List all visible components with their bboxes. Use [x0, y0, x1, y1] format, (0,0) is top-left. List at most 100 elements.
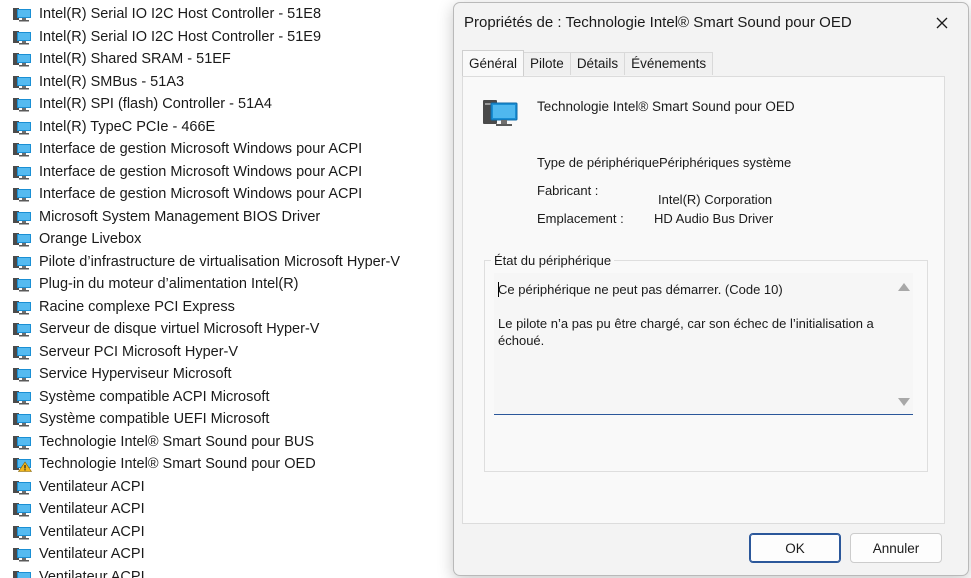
device-icon	[12, 524, 32, 540]
device-icon	[12, 164, 32, 180]
device-list-item[interactable]: Serveur de disque virtuel Microsoft Hype…	[12, 318, 319, 340]
device-list-item-label: Interface de gestion Microsoft Windows p…	[39, 186, 363, 202]
device-list-item-label: Ventilateur ACPI	[39, 568, 145, 578]
device-list-item[interactable]: Système compatible ACPI Microsoft	[12, 386, 269, 408]
device-list-item[interactable]: Ventilateur ACPI	[12, 521, 145, 543]
tab-events[interactable]: Événements	[624, 52, 714, 75]
tab-general[interactable]: Général	[462, 50, 525, 76]
close-icon	[936, 17, 948, 29]
device-list-item-label: Orange Livebox	[39, 231, 142, 247]
device-list-item-label: Technologie Intel® Smart Sound pour OED	[39, 456, 316, 472]
device-list-item-label: Serveur de disque virtuel Microsoft Hype…	[39, 321, 320, 337]
device-icon	[12, 366, 32, 382]
dialog-titlebar[interactable]: Propriétés de : Technologie Intel® Smart…	[454, 3, 968, 43]
device-list-item-label: Interface de gestion Microsoft Windows p…	[39, 141, 363, 157]
device-list-item[interactable]: Intel(R) Shared SRAM - 51EF	[12, 48, 231, 70]
device-list-item-label: Intel(R) SMBus - 51A3	[39, 73, 185, 90]
scroll-up-arrow-icon[interactable]	[898, 283, 910, 291]
device-list-item[interactable]: Interface de gestion Microsoft Windows p…	[12, 183, 362, 205]
device-icon	[12, 434, 32, 450]
device-list-item[interactable]: Intel(R) SMBus - 51A3	[12, 71, 184, 93]
device-list-item-label: Intel(R) Shared SRAM - 51EF	[39, 51, 231, 67]
device-icon	[12, 186, 32, 202]
device-list-item[interactable]: Interface de gestion Microsoft Windows p…	[12, 138, 362, 160]
device-list-item-label: Ventilateur ACPI	[39, 546, 145, 562]
device-list-item-label: Interface de gestion Microsoft Windows p…	[39, 163, 363, 180]
device-icon	[12, 96, 32, 112]
device-list-item-label: Service Hyperviseur Microsoft	[39, 366, 232, 382]
device-icon	[12, 29, 32, 45]
tab-details[interactable]: Détails	[569, 52, 626, 75]
device-list-item[interactable]: Serveur PCI Microsoft Hyper-V	[12, 341, 238, 363]
device-type-label: Type de périphérique	[537, 155, 660, 170]
device-status-textbox[interactable]: Ce périphérique ne peut pas démarrer. (C…	[494, 273, 913, 415]
device-icon	[12, 569, 32, 578]
tab-bar: Général Pilote Détails Événements	[462, 50, 714, 76]
device-icon	[12, 479, 32, 495]
manufacturer-value: Intel(R) Corporation	[658, 192, 773, 207]
device-icon	[12, 344, 32, 360]
device-list-item[interactable]: Ventilateur ACPI	[12, 476, 145, 498]
device-list-item[interactable]: Service Hyperviseur Microsoft	[12, 363, 232, 385]
device-list-item[interactable]: Orange Livebox	[12, 228, 141, 250]
device-status-text: Ce périphérique ne peut pas démarrer. (C…	[498, 282, 874, 348]
device-list-item[interactable]: Interface de gestion Microsoft Windows p…	[12, 161, 362, 183]
device-type-value: Périphériques système	[659, 155, 792, 170]
device-icon	[12, 299, 32, 315]
device-status-legend: État du périphérique	[491, 253, 615, 268]
device-list-item[interactable]: Intel(R) SPI (flash) Controller - 51A4	[12, 93, 272, 115]
device-list-item-label: Intel(R) Serial IO I2C Host Controller -…	[39, 28, 322, 45]
device-list-item[interactable]: Intel(R) TypeC PCIe - 466E	[12, 116, 215, 138]
status-scrollbar[interactable]	[895, 273, 913, 414]
device-list-item[interactable]: Racine complexe PCI Express	[12, 296, 235, 318]
cancel-button[interactable]: Annuler	[850, 533, 942, 563]
device-list-item[interactable]: Ventilateur ACPI	[12, 566, 145, 578]
device-name: Technologie Intel® Smart Sound pour OED	[537, 99, 795, 114]
device-list-item-label: Plug-in du moteur d’alimentation Intel(R…	[39, 276, 299, 292]
device-list-item[interactable]: Pilote d’infrastructure de virtualisatio…	[12, 251, 400, 273]
device-list-item[interactable]: Plug-in du moteur d’alimentation Intel(R…	[12, 273, 299, 295]
device-list-item-label: Intel(R) TypeC PCIe - 466E	[39, 118, 216, 135]
manufacturer-label: Fabricant :	[537, 183, 599, 198]
device-list-item-label: Intel(R) SPI (flash) Controller - 51A4	[39, 96, 272, 112]
device-list-item-label: Serveur PCI Microsoft Hyper-V	[39, 343, 239, 360]
device-icon	[12, 141, 32, 157]
scroll-down-arrow-icon[interactable]	[898, 398, 910, 406]
device-icon	[12, 546, 32, 562]
location-value: HD Audio Bus Driver	[654, 211, 774, 226]
general-tab-panel: Technologie Intel® Smart Sound pour OED …	[462, 76, 945, 524]
device-list-item[interactable]: Technologie Intel® Smart Sound pour OED	[12, 453, 316, 475]
close-button[interactable]	[924, 9, 960, 37]
device-list-item-label: Ventilateur ACPI	[39, 478, 145, 495]
device-list-item[interactable]: Microsoft System Management BIOS Driver	[12, 206, 320, 228]
warning-device-icon	[12, 456, 32, 472]
device-icon	[12, 231, 32, 247]
ok-button[interactable]: OK	[749, 533, 841, 563]
device-list-item[interactable]: Intel(R) Serial IO I2C Host Controller -…	[12, 26, 321, 48]
properties-dialog: Propriétés de : Technologie Intel® Smart…	[453, 2, 969, 576]
device-icon	[12, 276, 32, 292]
dialog-title: Propriétés de : Technologie Intel® Smart…	[464, 14, 852, 31]
device-list-item[interactable]: Intel(R) Serial IO I2C Host Controller -…	[12, 3, 321, 25]
device-icon	[12, 321, 32, 337]
device-icon	[12, 501, 32, 517]
device-icon	[12, 6, 32, 22]
tab-driver[interactable]: Pilote	[523, 52, 571, 75]
device-list-item-label: Système compatible ACPI Microsoft	[39, 388, 270, 405]
device-icon	[12, 51, 32, 67]
device-list-item-label: Système compatible UEFI Microsoft	[39, 411, 270, 427]
location-label: Emplacement :	[537, 211, 624, 226]
device-list-item-label: Pilote d’infrastructure de virtualisatio…	[39, 253, 401, 270]
device-list-item[interactable]: Technologie Intel® Smart Sound pour BUS	[12, 431, 314, 453]
device-list-item[interactable]: Ventilateur ACPI	[12, 543, 145, 565]
device-list-item-label: Ventilateur ACPI	[39, 501, 145, 517]
device-large-icon	[481, 97, 519, 136]
device-icon	[12, 411, 32, 427]
device-list-item-label: Intel(R) Serial IO I2C Host Controller -…	[39, 6, 322, 22]
device-list-item-label: Ventilateur ACPI	[39, 523, 145, 540]
device-icon	[12, 74, 32, 90]
device-icon	[12, 209, 32, 225]
device-list-item[interactable]: Ventilateur ACPI	[12, 498, 145, 520]
device-list: Intel(R) Serial IO I2C Host Controller -…	[0, 0, 450, 578]
device-list-item[interactable]: Système compatible UEFI Microsoft	[12, 408, 269, 430]
